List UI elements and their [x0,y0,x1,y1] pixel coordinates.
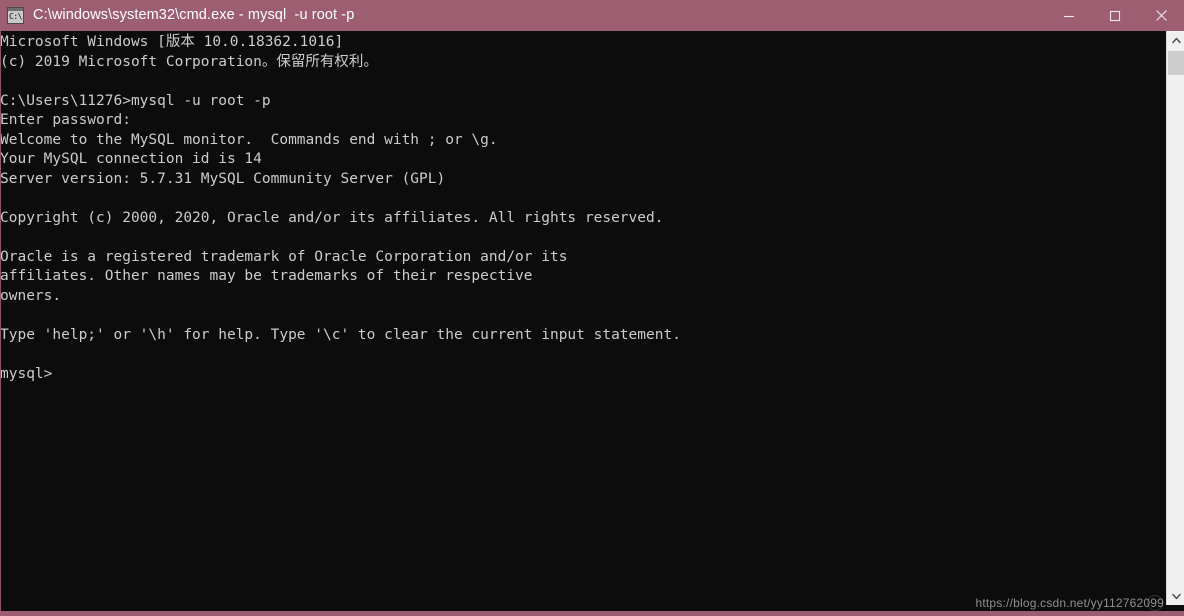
console-text: Microsoft Windows [版本 10.0.18362.1016] (c… [0,33,1166,384]
console-line: Type 'help;' or '\h' for help. Type '\c'… [0,326,681,343]
maximize-button[interactable] [1092,0,1138,31]
console-line: (c) 2019 Microsoft Corporation。保留所有权利。 [0,53,378,70]
cmd-icon-label: C:\ [9,12,22,21]
scroll-up-arrow-icon[interactable] [1168,31,1184,49]
window-titlebar[interactable]: C:\ C:\windows\system32\cmd.exe - mysql … [0,0,1184,31]
window-bottom-border [0,611,1184,616]
scrollbar-track[interactable] [1168,75,1184,587]
console-line: Your MySQL connection id is 14 [0,151,262,167]
cmd-window: C:\ C:\windows\system32\cmd.exe - mysql … [0,0,1184,616]
window-left-border [0,31,1,611]
console-line: Microsoft Windows [版本 10.0.18362.1016] [0,34,344,50]
console-line: affiliates. Other names may be trademark… [0,268,533,284]
scrollbar-thumb[interactable] [1168,51,1184,75]
console-line: Enter password: [0,112,131,128]
cmd-exe-icon: C:\ [7,7,24,24]
console-line: Oracle is a registered trademark of Orac… [0,248,568,265]
close-button[interactable] [1138,0,1184,31]
watermark-logo-icon [1147,595,1163,611]
scroll-down-arrow-icon[interactable] [1168,587,1184,605]
watermark-url: https://blog.csdn.net/yy112762099 [975,596,1164,610]
console-line: owners. [0,287,62,304]
console-line: Welcome to the MySQL monitor. Commands e… [0,131,498,148]
minimize-button[interactable] [1046,0,1092,31]
console-line: Copyright (c) 2000, 2020, Oracle and/or … [0,209,664,226]
vertical-scrollbar[interactable] [1166,31,1184,605]
console-line: mysql> [0,365,53,382]
window-controls [1046,0,1184,31]
window-title: C:\windows\system32\cmd.exe - mysql -u r… [33,7,355,23]
console-line: Server version: 5.7.31 MySQL Community S… [0,170,446,187]
console-line: C:\Users\11276>mysql -u root -p [0,92,271,109]
console-output-area[interactable]: Microsoft Windows [版本 10.0.18362.1016] (c… [0,31,1166,605]
